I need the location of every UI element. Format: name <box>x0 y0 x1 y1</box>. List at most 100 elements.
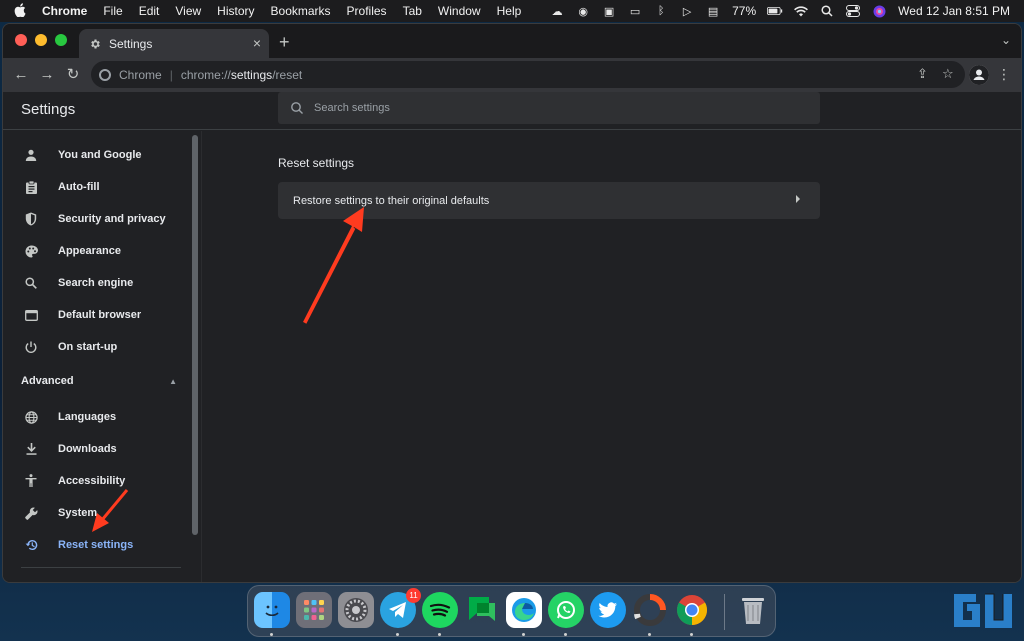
sidebar-item-reset-settings[interactable]: Reset settings <box>3 529 191 561</box>
battery-status-icon[interactable]: ▤ <box>705 3 721 19</box>
sidebar-scrollbar[interactable] <box>192 135 198 535</box>
launchpad-icon[interactable] <box>296 592 332 628</box>
play-icon[interactable]: ▷ <box>679 3 695 19</box>
menu-file[interactable]: File <box>103 4 122 18</box>
share-icon[interactable]: ⇪ <box>917 66 928 82</box>
spotify-icon[interactable] <box>422 592 458 628</box>
back-icon[interactable]: ← <box>11 65 31 85</box>
status-area: ☁ ◉ ▣ ▭ ᛒ ▷ ▤ 77% Wed 12 Jan 8:51 PM <box>544 0 1016 22</box>
battery-icon[interactable] <box>767 3 783 19</box>
menu-tab[interactable]: Tab <box>403 4 422 18</box>
menu-app-name[interactable]: Chrome <box>42 4 87 18</box>
sidebar-item-default-browser[interactable]: Default browser <box>3 299 191 331</box>
screen-recorder-icon[interactable] <box>632 592 668 628</box>
settings-header: Settings <box>3 92 1021 130</box>
microsoft-edge-icon[interactable] <box>506 592 542 628</box>
sidebar-item-languages[interactable]: Languages <box>3 401 191 433</box>
notification-icon[interactable]: ◉ <box>575 3 591 19</box>
menu-window[interactable]: Window <box>438 4 481 18</box>
display-icon[interactable]: ▭ <box>627 3 643 19</box>
system-preferences-icon[interactable] <box>338 592 374 628</box>
minimize-window-button[interactable] <box>35 34 47 46</box>
running-indicator <box>270 633 273 636</box>
running-indicator <box>522 633 525 636</box>
history-icon <box>24 538 38 552</box>
running-indicator <box>396 633 399 636</box>
sidebar-item-accessibility[interactable]: Accessibility <box>3 465 191 497</box>
sidebar-item-appearance[interactable]: Appearance <box>3 235 191 267</box>
content-separator <box>201 131 202 582</box>
url-host: settings <box>230 67 273 82</box>
sidebar-item-label: Reset settings <box>58 539 134 551</box>
mac-dock: 11 <box>247 585 776 637</box>
shield-icon <box>24 212 38 226</box>
settings-sidebar: You and Google Auto-fill Security and pr… <box>3 131 201 582</box>
running-indicator <box>564 633 567 636</box>
search-settings-input[interactable] <box>314 102 714 114</box>
person-icon <box>24 148 38 162</box>
pocket-icon[interactable]: ▣ <box>601 3 617 19</box>
telegram-badge: 11 <box>406 588 421 603</box>
zoom-window-button[interactable] <box>55 34 67 46</box>
url-text: chrome://settings/reset <box>181 68 302 82</box>
chrome-site-icon[interactable] <box>99 68 111 81</box>
more-menu-icon[interactable]: ⋮ <box>997 66 1011 83</box>
reset-section-title: Reset settings <box>278 156 355 170</box>
reload-icon[interactable]: ↻ <box>63 65 83 85</box>
forward-icon[interactable]: → <box>37 65 57 85</box>
tab-title: Settings <box>109 36 153 51</box>
clock[interactable]: Wed 12 Jan 8:51 PM <box>898 4 1010 18</box>
sidebar-item-downloads[interactable]: Downloads <box>3 433 191 465</box>
sidebar-item-auto-fill[interactable]: Auto-fill <box>3 171 191 203</box>
menu-profiles[interactable]: Profiles <box>347 4 387 18</box>
close-window-button[interactable] <box>15 34 27 46</box>
address-bar[interactable]: Chrome | chrome://settings/reset <box>91 61 965 88</box>
new-tab-icon[interactable]: + <box>279 32 290 53</box>
tab-settings[interactable]: Settings × <box>79 29 269 58</box>
settings-title: Settings <box>21 101 76 118</box>
url-path: /reset <box>272 67 303 82</box>
bluetooth-icon[interactable]: ᛒ <box>653 3 669 19</box>
sidebar-item-on-start-up[interactable]: On start-up <box>3 331 191 363</box>
control-center-icon[interactable] <box>845 3 861 19</box>
close-tab-icon[interactable]: × <box>253 35 261 51</box>
menu-bookmarks[interactable]: Bookmarks <box>271 4 331 18</box>
settings-search[interactable] <box>278 92 820 124</box>
profile-avatar-icon[interactable] <box>969 65 989 85</box>
battery-percent: 77% <box>732 4 757 18</box>
sidebar-item-system[interactable]: System <box>3 497 191 529</box>
menu-edit[interactable]: Edit <box>139 4 160 18</box>
menu-history[interactable]: History <box>217 4 254 18</box>
google-chrome-icon[interactable] <box>674 592 710 628</box>
tab-search-chevron-icon[interactable]: ⌄ <box>1001 33 1011 47</box>
google-chat-icon[interactable] <box>464 592 500 628</box>
twitter-icon[interactable] <box>590 592 626 628</box>
sidebar-item-label: Default browser <box>58 309 142 321</box>
sidebar-item-label: Auto-fill <box>58 181 100 193</box>
advanced-label: Advanced <box>21 375 74 387</box>
sidebar-advanced-toggle[interactable]: Advanced ▲ <box>21 375 177 387</box>
sidebar-item-label: Downloads <box>58 443 117 455</box>
sidebar-item-search-engine[interactable]: Search engine <box>3 267 191 299</box>
settings-page: Settings You and Google Auto-fill Sec <box>3 92 1021 582</box>
sidebar-item-security-and-privacy[interactable]: Security and privacy <box>3 203 191 235</box>
window-controls <box>15 34 67 46</box>
menu-help[interactable]: Help <box>497 4 522 18</box>
sidebar-item-you-and-google[interactable]: You and Google <box>3 139 191 171</box>
whatsapp-icon[interactable] <box>548 592 584 628</box>
running-indicator <box>648 633 651 636</box>
siri-icon[interactable] <box>871 3 887 19</box>
spotlight-icon[interactable] <box>819 3 835 19</box>
cloud-icon[interactable]: ☁ <box>549 3 565 19</box>
finder-icon[interactable] <box>254 592 290 628</box>
bookmark-star-icon[interactable]: ☆ <box>942 66 954 82</box>
search-icon <box>291 102 303 114</box>
caret-up-icon: ▲ <box>169 377 177 386</box>
menu-view[interactable]: View <box>175 4 201 18</box>
wifi-icon[interactable] <box>793 3 809 19</box>
apple-menu-icon[interactable] <box>14 2 30 20</box>
sidebar-item-label: Security and privacy <box>58 213 166 225</box>
trash-icon[interactable] <box>735 592 771 628</box>
restore-defaults-row[interactable]: Restore settings to their original defau… <box>278 182 820 219</box>
telegram-icon[interactable]: 11 <box>380 588 421 628</box>
